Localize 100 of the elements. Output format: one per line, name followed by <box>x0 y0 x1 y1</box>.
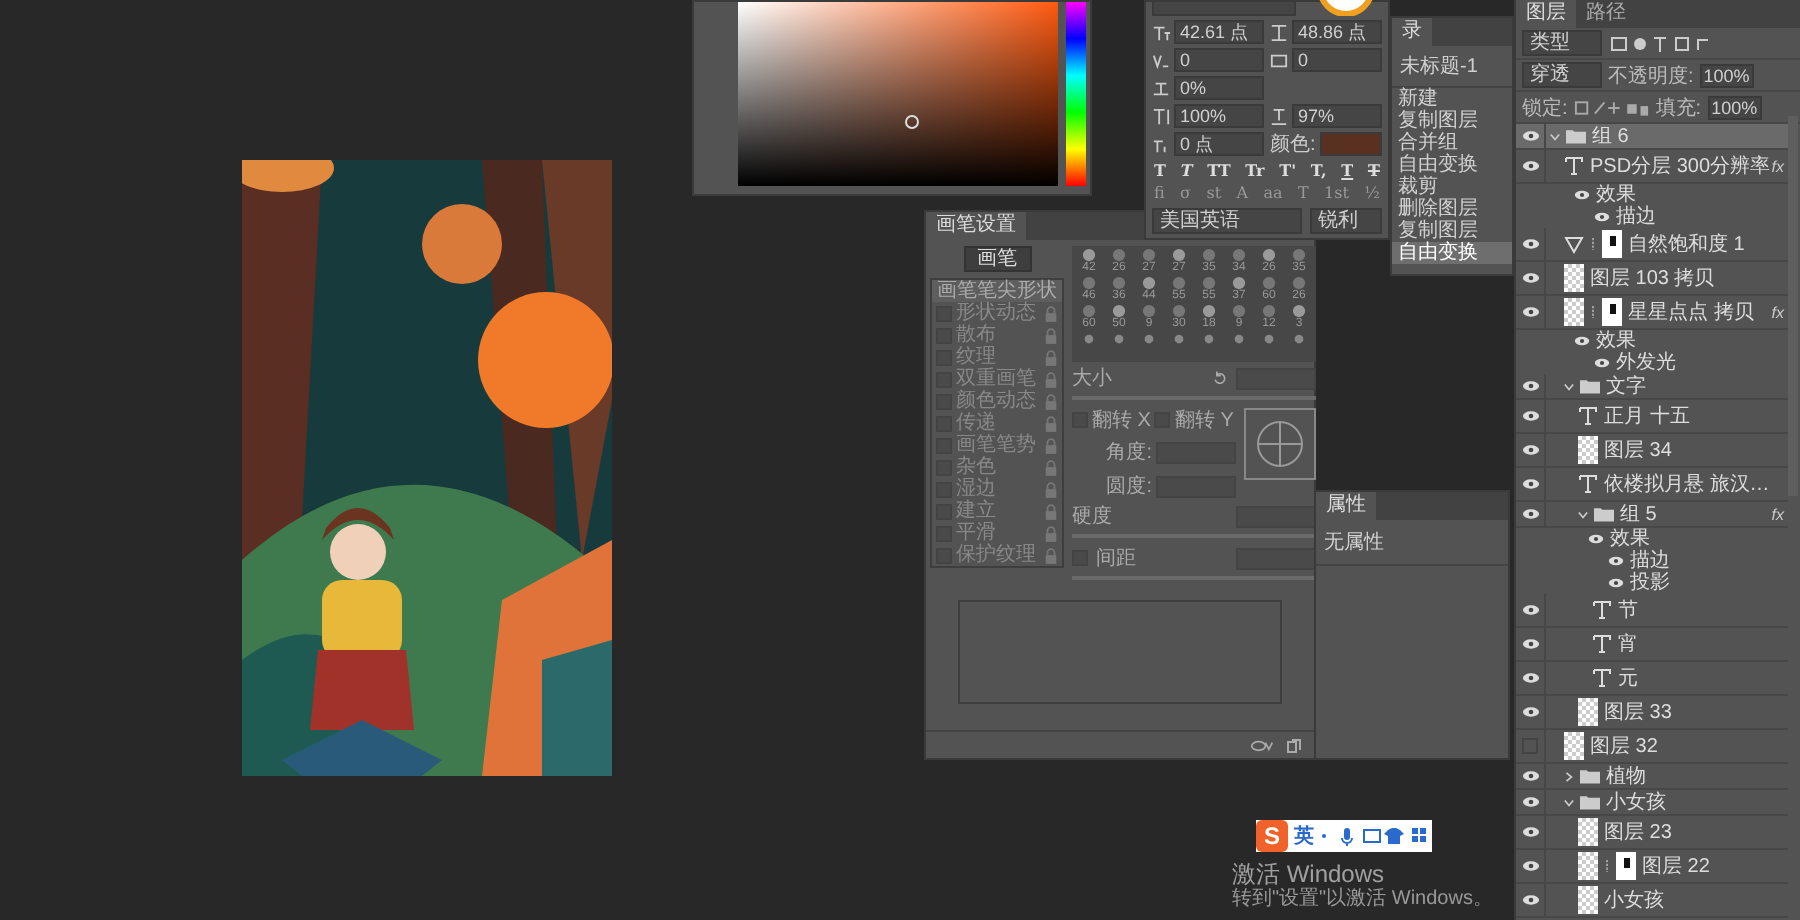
layer-row[interactable]: 图层 23 <box>1516 816 1788 850</box>
color-swatch[interactable] <box>1319 132 1382 156</box>
layer-row[interactable]: 图层 33 <box>1516 696 1788 730</box>
flip-x-label[interactable]: 翻转 X <box>1092 406 1151 434</box>
lock-icon[interactable] <box>1044 393 1058 409</box>
layer-name[interactable]: PSD分层 300分辨率 <box>1590 155 1771 177</box>
brush-button[interactable]: 画笔 <box>963 246 1031 272</box>
eye-icon[interactable] <box>1521 826 1539 838</box>
eye-icon[interactable] <box>1521 380 1539 392</box>
history-item[interactable]: 自由变换 <box>1392 154 1512 176</box>
layer-name[interactable]: 文字 <box>1606 375 1646 397</box>
effect-name[interactable]: 描边 <box>1630 550 1670 572</box>
effects-label[interactable]: 效果 <box>1596 330 1636 352</box>
ime-mode-toggle[interactable]: 英 <box>1294 822 1314 850</box>
eye-icon[interactable] <box>1521 160 1539 172</box>
effects-label[interactable]: 效果 <box>1596 184 1636 206</box>
picker-marker-icon[interactable] <box>904 114 920 130</box>
lock-icon[interactable] <box>1044 525 1058 541</box>
eye-brush-icon[interactable] <box>1250 737 1274 753</box>
filter-dropdown[interactable]: 类型 <box>1522 30 1602 56</box>
text-style-button[interactable]: T, <box>1308 160 1329 180</box>
history-item[interactable]: 自由变换 <box>1392 242 1512 264</box>
lock-icon[interactable] <box>1044 437 1058 453</box>
brush-settings-tab[interactable]: 画笔设置 <box>926 212 1026 240</box>
lock-icon[interactable] <box>1044 503 1058 519</box>
layer-row[interactable]: 自然饱和度 1 <box>1516 228 1788 262</box>
layer-name[interactable]: 宵 <box>1618 633 1638 655</box>
eye-icon[interactable] <box>1521 672 1539 684</box>
tsume-field[interactable]: 0% <box>1174 76 1264 100</box>
history-item[interactable]: 删除图层 <box>1392 198 1512 220</box>
effects-label[interactable]: 效果 <box>1610 528 1650 550</box>
eye-icon[interactable] <box>1521 894 1539 906</box>
eye-icon[interactable] <box>1521 604 1539 616</box>
leading-field[interactable]: 48.86 点 <box>1292 20 1382 44</box>
layer-row[interactable]: 依楼拟月悬 旅汉… <box>1516 468 1788 502</box>
caret-icon[interactable] <box>1564 771 1574 781</box>
eye-icon[interactable] <box>1521 508 1539 520</box>
eye-icon[interactable] <box>1521 706 1539 718</box>
horizontal-scale-field[interactable]: 97% <box>1292 104 1382 128</box>
hue-strip[interactable] <box>1066 2 1086 186</box>
layer-row[interactable]: 组 5 fx <box>1516 502 1788 528</box>
panel-tab[interactable]: 路径 <box>1576 0 1636 28</box>
lock-icon[interactable] <box>1044 415 1058 431</box>
fill-field[interactable]: 100% <box>1707 95 1762 119</box>
text-style-button[interactable]: T <box>1365 160 1382 180</box>
link-icon[interactable] <box>1590 236 1596 252</box>
history-item[interactable]: 新建 <box>1392 88 1512 110</box>
lock-icon[interactable] <box>1044 327 1058 343</box>
layer-name[interactable]: 小女孩 <box>1606 791 1666 813</box>
layer-name[interactable]: 组 5 <box>1620 503 1657 525</box>
history-item[interactable]: 合并组 <box>1392 132 1512 154</box>
text-style-button[interactable]: TT <box>1205 160 1233 180</box>
caret-icon[interactable] <box>1564 797 1574 807</box>
kerning-field[interactable]: 0 <box>1174 48 1264 72</box>
snapshot-item[interactable]: 未标题-1 <box>1392 46 1512 88</box>
lock-icon[interactable] <box>1044 459 1058 475</box>
panel-tab[interactable]: 图层 <box>1516 0 1576 28</box>
layer-row[interactable]: 小女孩 <box>1516 790 1788 816</box>
layer-row[interactable]: 宵 <box>1516 628 1788 662</box>
layer-name[interactable]: 图层 34 <box>1604 439 1672 461</box>
layer-row[interactable]: 图层 103 拷贝 <box>1516 262 1788 296</box>
layer-row[interactable]: 图层 22 <box>1516 850 1788 884</box>
eye-icon[interactable] <box>1594 212 1610 222</box>
lock-icon[interactable] <box>1044 349 1058 365</box>
layer-row[interactable]: 组 6 <box>1516 124 1788 150</box>
layer-name[interactable]: 小女孩 <box>1604 889 1664 911</box>
layer-name[interactable]: 星星点点 拷贝 <box>1628 301 1754 323</box>
eye-icon[interactable] <box>1588 534 1604 544</box>
opacity-field[interactable]: 100% <box>1699 63 1754 87</box>
text-style-button[interactable]: T <box>1178 160 1195 180</box>
lock-icon[interactable] <box>1044 481 1058 497</box>
text-style-button[interactable]: T <box>1339 160 1356 180</box>
layer-row[interactable]: 文字 <box>1516 374 1788 400</box>
layer-row[interactable]: PSD分层 300分辨率fx <box>1516 150 1788 184</box>
layer-row[interactable]: 元 <box>1516 662 1788 696</box>
fx-label[interactable]: fx <box>1771 505 1788 523</box>
layer-row[interactable]: 植物 <box>1516 764 1788 790</box>
color-field[interactable] <box>738 2 1058 186</box>
blend-mode-dropdown[interactable]: 穿透 <box>1522 62 1602 88</box>
layer-name[interactable]: 组 6 <box>1592 125 1629 147</box>
spacing-field[interactable] <box>1236 547 1316 569</box>
layer-name[interactable]: 节 <box>1618 599 1638 621</box>
eye-icon[interactable] <box>1521 860 1539 872</box>
new-preset-icon[interactable] <box>1286 737 1302 753</box>
caret-icon[interactable] <box>1564 381 1574 391</box>
ime-tools-icons[interactable] <box>1320 826 1428 846</box>
layer-row[interactable]: 图层 32 <box>1516 730 1788 764</box>
layer-row[interactable]: 正月 十五 <box>1516 400 1788 434</box>
language-dropdown[interactable]: 美国英语 <box>1152 208 1302 234</box>
font-family-field[interactable] <box>1152 2 1296 16</box>
eye-icon[interactable] <box>1594 358 1610 368</box>
history-item[interactable]: 裁剪 <box>1392 176 1512 198</box>
eye-icon[interactable] <box>1521 638 1539 650</box>
eye-icon[interactable] <box>1521 478 1539 490</box>
layer-name[interactable]: 图层 32 <box>1590 735 1658 757</box>
eye-icon[interactable] <box>1521 306 1539 318</box>
effect-name[interactable]: 外发光 <box>1616 352 1676 374</box>
layer-row[interactable]: 小女孩 <box>1516 884 1788 918</box>
layer-row[interactable]: 星星点点 拷贝 fx <box>1516 296 1788 330</box>
reset-icon[interactable] <box>1212 370 1228 386</box>
